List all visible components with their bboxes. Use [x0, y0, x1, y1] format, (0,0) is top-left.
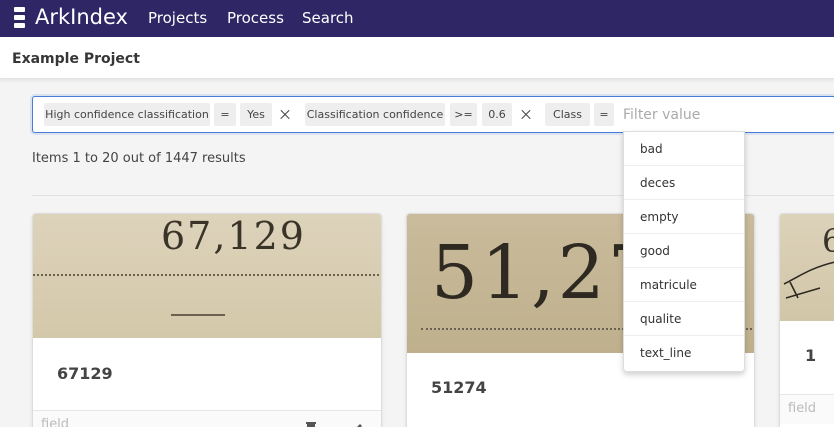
filter-chip-operator[interactable]: >= [450, 103, 477, 126]
filter-chip-operator[interactable]: = [214, 103, 236, 126]
dropdown-option[interactable]: qualite [624, 302, 744, 336]
edit-icon[interactable] [351, 421, 363, 427]
card-title[interactable]: 51274 [431, 378, 487, 397]
filter-chip-value[interactable]: Yes [240, 103, 272, 126]
card-field-label: field [788, 401, 817, 416]
navbar: ArkIndex Projects Process Search [0, 0, 834, 37]
nav-link-search[interactable]: Search [302, 9, 354, 27]
page-title: Example Project [12, 51, 140, 67]
element-card[interactable]: 67,129 67129 field [32, 213, 382, 427]
nav-link-process[interactable]: Process [227, 9, 284, 27]
thumbnail-rule [171, 314, 225, 316]
card-title[interactable]: 1 [805, 346, 816, 365]
filter-chip-value[interactable]: 0.6 [482, 103, 512, 126]
dropdown-option[interactable]: good [624, 234, 744, 268]
filter-chip-operator[interactable]: = [594, 103, 614, 126]
brand-name[interactable]: ArkIndex [35, 5, 128, 29]
card-title[interactable]: 67129 [57, 364, 113, 383]
results-summary: Items 1 to 20 out of 1447 results [32, 151, 246, 166]
dropdown-option[interactable]: empty [624, 200, 744, 234]
close-icon[interactable] [277, 103, 293, 126]
project-header: Example Project [0, 37, 834, 79]
filter-chip-field[interactable]: Class [545, 103, 590, 126]
card-thumbnail[interactable]: 6 [780, 214, 834, 321]
dropdown-option[interactable]: deces [624, 166, 744, 200]
nav-link-projects[interactable]: Projects [148, 9, 207, 27]
thumbnail-text: 67,129 [161, 214, 306, 258]
dropdown-option[interactable]: bad [624, 132, 744, 166]
filter-chip-field[interactable]: High confidence classification [44, 103, 210, 126]
card-footer: field [33, 410, 381, 427]
filter-value-dropdown[interactable]: bad deces empty good matricule qualite t… [623, 131, 745, 372]
card-thumbnail[interactable]: 67,129 [33, 214, 381, 338]
trash-icon[interactable] [305, 421, 317, 427]
filter-value-input[interactable] [623, 103, 834, 126]
thumbnail-dotted-line [33, 274, 381, 276]
arkindex-logo-icon[interactable] [14, 7, 25, 30]
dropdown-option[interactable]: matricule [624, 268, 744, 302]
close-icon[interactable] [518, 103, 534, 126]
filter-bar[interactable]: High confidence classification = Yes Cla… [32, 96, 834, 133]
card-footer: field [780, 394, 834, 424]
filter-chip-field[interactable]: Classification confidence [305, 103, 445, 126]
thumbnail-handwriting [783, 261, 834, 299]
dropdown-option[interactable]: text_line [624, 336, 744, 370]
element-card[interactable]: 6 1 field [779, 213, 834, 427]
card-field-label: field [41, 417, 70, 427]
